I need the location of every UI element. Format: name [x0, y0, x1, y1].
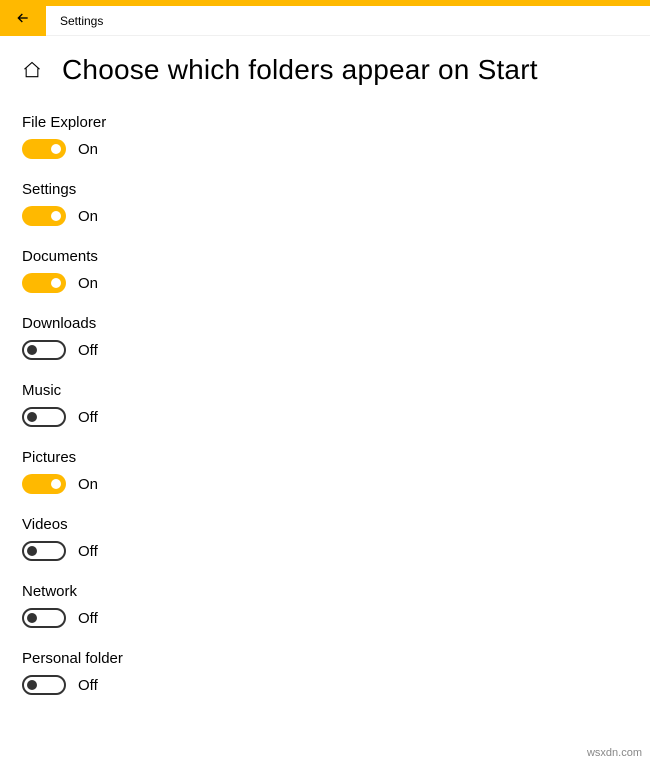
back-button[interactable] — [0, 6, 46, 36]
setting-label: Music — [22, 382, 628, 399]
setting-group: Downloads Off — [22, 315, 628, 360]
toggle-switch[interactable] — [22, 340, 66, 360]
toggle-state-label: Off — [78, 342, 98, 359]
toggle-row: On — [22, 206, 628, 226]
toggle-switch[interactable] — [22, 206, 66, 226]
setting-group: Documents On — [22, 248, 628, 293]
toggle-switch[interactable] — [22, 407, 66, 427]
setting-label: Settings — [22, 181, 628, 198]
setting-label: Pictures — [22, 449, 628, 466]
toggle-state-label: On — [78, 208, 98, 225]
toggle-switch[interactable] — [22, 541, 66, 561]
toggle-state-label: Off — [78, 677, 98, 694]
content-area: Choose which folders appear on Start Fil… — [0, 36, 650, 739]
back-arrow-icon — [15, 10, 31, 31]
home-icon[interactable] — [22, 60, 42, 80]
page-header: Choose which folders appear on Start — [22, 54, 628, 86]
setting-group: Settings On — [22, 181, 628, 226]
setting-label: Downloads — [22, 315, 628, 332]
setting-label: Videos — [22, 516, 628, 533]
toggle-state-label: On — [78, 275, 98, 292]
toggle-state-label: Off — [78, 610, 98, 627]
titlebar: Settings — [0, 6, 650, 36]
setting-group: File Explorer On — [22, 114, 628, 159]
toggle-state-label: On — [78, 141, 98, 158]
setting-label: Personal folder — [22, 650, 628, 667]
toggle-row: On — [22, 273, 628, 293]
toggle-switch[interactable] — [22, 139, 66, 159]
setting-label: Network — [22, 583, 628, 600]
toggle-row: Off — [22, 340, 628, 360]
toggle-knob-icon — [27, 680, 37, 690]
toggle-switch[interactable] — [22, 474, 66, 494]
page-title: Choose which folders appear on Start — [62, 54, 538, 86]
setting-label: Documents — [22, 248, 628, 265]
toggle-row: Off — [22, 407, 628, 427]
toggle-knob-icon — [51, 144, 61, 154]
toggle-row: Off — [22, 675, 628, 695]
toggle-knob-icon — [51, 479, 61, 489]
toggle-switch[interactable] — [22, 675, 66, 695]
watermark: wsxdn.com — [587, 747, 642, 759]
setting-group: Personal folder Off — [22, 650, 628, 695]
toggle-state-label: On — [78, 476, 98, 493]
toggle-row: On — [22, 474, 628, 494]
toggle-knob-icon — [27, 613, 37, 623]
window-title: Settings — [46, 14, 103, 28]
toggle-row: Off — [22, 608, 628, 628]
setting-group: Network Off — [22, 583, 628, 628]
setting-label: File Explorer — [22, 114, 628, 131]
settings-list: File Explorer On Settings On Documents On Down… — [22, 114, 628, 695]
setting-group: Pictures On — [22, 449, 628, 494]
setting-group: Videos Off — [22, 516, 628, 561]
toggle-knob-icon — [27, 345, 37, 355]
toggle-switch[interactable] — [22, 273, 66, 293]
toggle-knob-icon — [27, 546, 37, 556]
toggle-switch[interactable] — [22, 608, 66, 628]
toggle-row: On — [22, 139, 628, 159]
toggle-knob-icon — [27, 412, 37, 422]
toggle-knob-icon — [51, 278, 61, 288]
toggle-knob-icon — [51, 211, 61, 221]
setting-group: Music Off — [22, 382, 628, 427]
toggle-state-label: Off — [78, 409, 98, 426]
toggle-row: Off — [22, 541, 628, 561]
toggle-state-label: Off — [78, 543, 98, 560]
